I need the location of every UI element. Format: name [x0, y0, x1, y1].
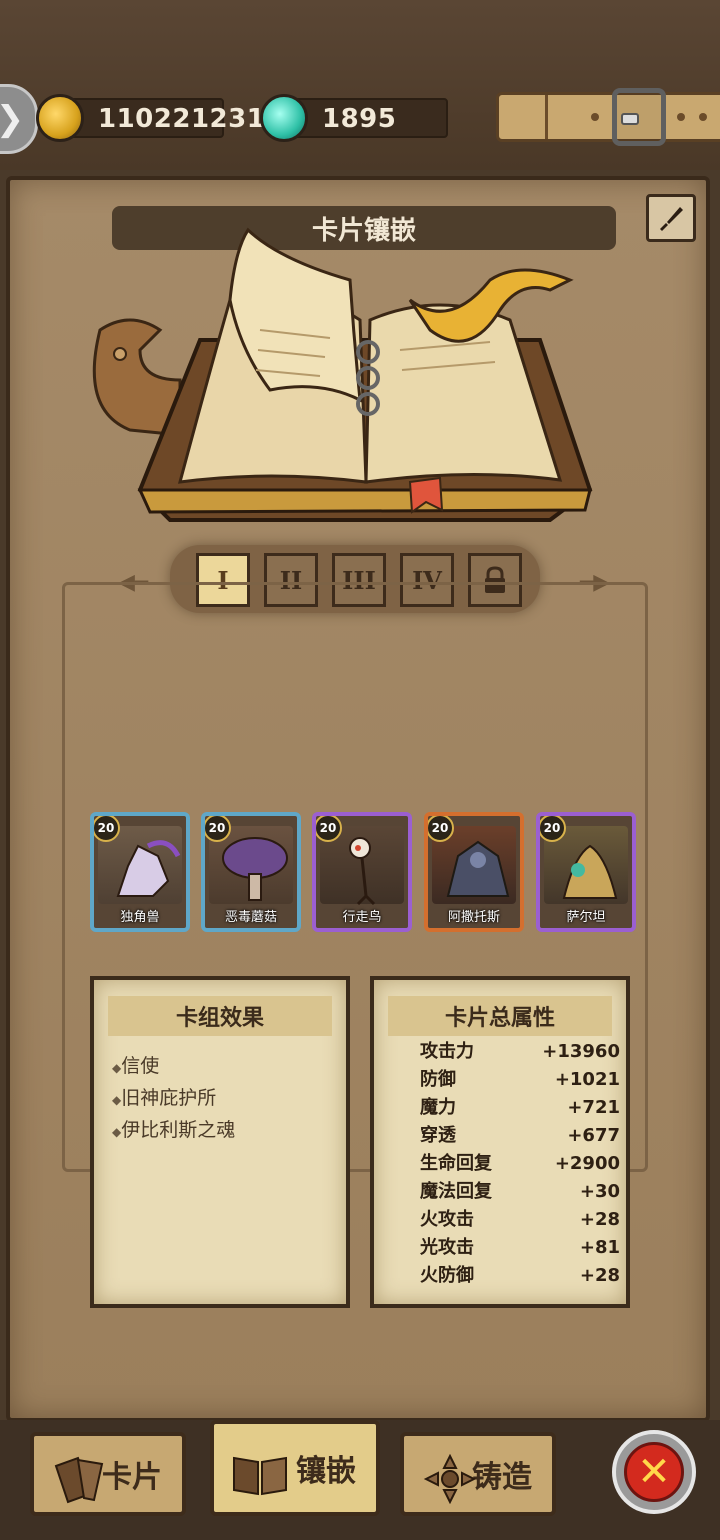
- attribute-row: 穿透 +677: [420, 1122, 620, 1150]
- attributes-table: 攻击力 +13960 防御 +1021 魔力 +721 穿透 +677 生命回复 +290…: [420, 1038, 620, 1290]
- card-name: 行走鸟: [342, 910, 382, 925]
- book-icon: [233, 1456, 287, 1496]
- card-slot-3[interactable]: 20 行走鸟: [312, 812, 412, 932]
- card-name: 阿撒托斯: [447, 910, 500, 925]
- attribute-value: +721: [567, 1097, 620, 1118]
- attribute-value: +1021: [554, 1069, 620, 1090]
- card-slot-2[interactable]: 20 恶毒蘑菇: [201, 812, 301, 932]
- card-name: 萨尔坦: [566, 910, 606, 925]
- card-slot-1[interactable]: 20 独角兽: [90, 812, 190, 932]
- attribute-row: 魔力 +721: [420, 1094, 620, 1122]
- attribute-label: 火攻击: [420, 1209, 474, 1230]
- deck-effect-item: 伊比利斯之魂: [112, 1114, 235, 1146]
- card-book-illustration: [92, 227, 593, 522]
- attribute-value: +28: [579, 1209, 620, 1230]
- gem-amount: 1895: [322, 104, 397, 134]
- card-level-badge: 20: [94, 816, 120, 842]
- card-level-badge: 20: [316, 816, 342, 842]
- attribute-row: 生命回复 +2900: [420, 1150, 620, 1178]
- nav-inlay-label: 镶嵌: [296, 1454, 356, 1489]
- attribute-row: 魔法回复 +30: [420, 1178, 620, 1206]
- nav-inlay-button[interactable]: 镶嵌: [210, 1420, 380, 1516]
- attribute-label: 穿透: [420, 1125, 456, 1146]
- attribute-label: 攻击力: [420, 1041, 474, 1062]
- attribute-row: 火防御 +28: [420, 1262, 620, 1290]
- card-name: 恶毒蘑菇: [224, 910, 277, 925]
- cards-icon: [54, 1456, 104, 1504]
- forge-icon: [423, 1454, 477, 1504]
- card-attributes-title: 卡片总属性: [388, 996, 612, 1036]
- card-level-badge: 20: [205, 816, 231, 842]
- deck-effect-item: 旧神庇护所: [112, 1082, 235, 1114]
- close-icon: ✕: [624, 1442, 684, 1502]
- buckle-decoration: [612, 88, 666, 146]
- attribute-row: 防御 +1021: [420, 1066, 620, 1094]
- top-bar: [0, 0, 720, 170]
- close-button[interactable]: ✕: [612, 1430, 696, 1514]
- gem-icon: [260, 94, 308, 142]
- deck-effects-title: 卡组效果: [108, 996, 332, 1036]
- attribute-label: 生命回复: [420, 1153, 492, 1174]
- nav-forge-button[interactable]: 铸造: [400, 1432, 556, 1516]
- edit-button[interactable]: [646, 194, 696, 242]
- attribute-row: 火攻击 +28: [420, 1206, 620, 1234]
- attribute-value: +81: [579, 1237, 620, 1258]
- deck-effects-panel: 卡组效果 信使 旧神庇护所 伊比利斯之魂: [90, 976, 350, 1308]
- card-level-badge: 20: [428, 816, 454, 842]
- gold-counter: 110221231: [36, 94, 265, 142]
- nav-cards-label: 卡片: [102, 1460, 162, 1495]
- chevron-right-icon: ❯: [0, 99, 24, 139]
- attribute-value: +28: [579, 1265, 620, 1286]
- card-slot-4[interactable]: 20 阿撒托斯: [424, 812, 524, 932]
- attribute-label: 魔法回复: [420, 1181, 492, 1202]
- gold-amount: 110221231: [98, 104, 266, 134]
- deck-effects-list: 信使 旧神庇护所 伊比利斯之魂: [112, 1050, 235, 1146]
- nav-forge-label: 铸造: [472, 1460, 532, 1495]
- card-attributes-panel: 卡片总属性 攻击力 +13960 防御 +1021 魔力 +721 穿透 +677 生命…: [370, 976, 630, 1308]
- strap-decoration: [496, 92, 720, 142]
- gem-counter: 1895: [260, 94, 448, 142]
- card-slot-5[interactable]: 20 萨尔坦: [536, 812, 636, 932]
- attribute-label: 防御: [420, 1069, 456, 1090]
- attribute-row: 攻击力 +13960: [420, 1038, 620, 1066]
- gold-icon: [36, 94, 84, 142]
- attribute-value: +2900: [554, 1153, 620, 1174]
- attribute-value: +677: [567, 1125, 620, 1146]
- nav-cards-button[interactable]: 卡片: [30, 1432, 186, 1516]
- attribute-label: 魔力: [420, 1097, 456, 1118]
- attribute-value: +30: [579, 1181, 620, 1202]
- card-name: 独角兽: [120, 910, 160, 925]
- attribute-row: 光攻击 +81: [420, 1234, 620, 1262]
- attribute-label: 火防御: [420, 1265, 474, 1286]
- card-level-badge: 20: [540, 816, 566, 842]
- deck-effect-item: 信使: [112, 1050, 235, 1082]
- brush-icon: [660, 207, 683, 231]
- attribute-value: +13960: [542, 1041, 620, 1062]
- attribute-label: 光攻击: [420, 1237, 474, 1258]
